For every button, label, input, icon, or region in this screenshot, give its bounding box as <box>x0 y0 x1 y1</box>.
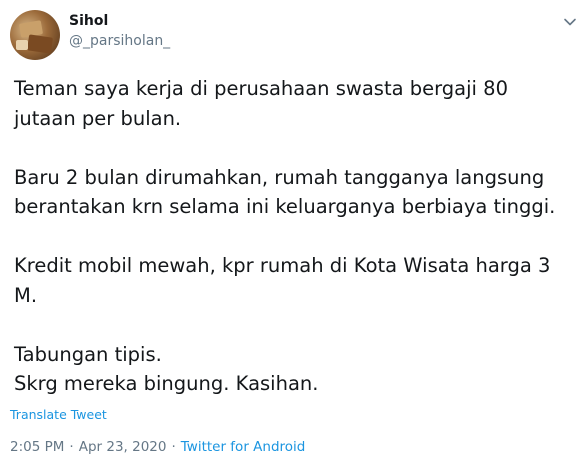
chevron-down-icon[interactable] <box>563 15 577 29</box>
avatar[interactable] <box>10 10 60 60</box>
tweet-paragraph: Tabungan tipis. Skrg mereka bingung. Kas… <box>14 342 319 396</box>
display-name[interactable]: Sihol <box>69 13 108 29</box>
tweet-paragraph: Baru 2 bulan dirumahkan, rumah tangganya… <box>14 165 556 219</box>
separator: · <box>69 439 74 455</box>
user-handle[interactable]: @_parsiholan_ <box>69 33 170 49</box>
tweet-metadata: 2:05 PM · Apr 23, 2020 · Twitter for Android <box>10 439 305 455</box>
tweet-card: Sihol @_parsiholan_ Teman saya kerja di … <box>0 0 587 465</box>
tweet-text: Teman saya kerja di perusahaan swasta be… <box>14 74 584 399</box>
tweet-paragraph: Kredit mobil mewah, kpr rumah di Kota Wi… <box>14 254 551 307</box>
tweet-time: 2:05 PM <box>10 439 65 455</box>
tweet-paragraph: Teman saya kerja di perusahaan swasta be… <box>14 77 508 130</box>
translate-tweet-link[interactable]: Translate Tweet <box>10 407 107 422</box>
tweet-source-link[interactable]: Twitter for Android <box>181 439 306 455</box>
tweet-timestamp[interactable]: 2:05 PM · Apr 23, 2020 <box>10 439 166 455</box>
separator: · <box>171 439 176 455</box>
tweet-date: Apr 23, 2020 <box>78 439 167 455</box>
